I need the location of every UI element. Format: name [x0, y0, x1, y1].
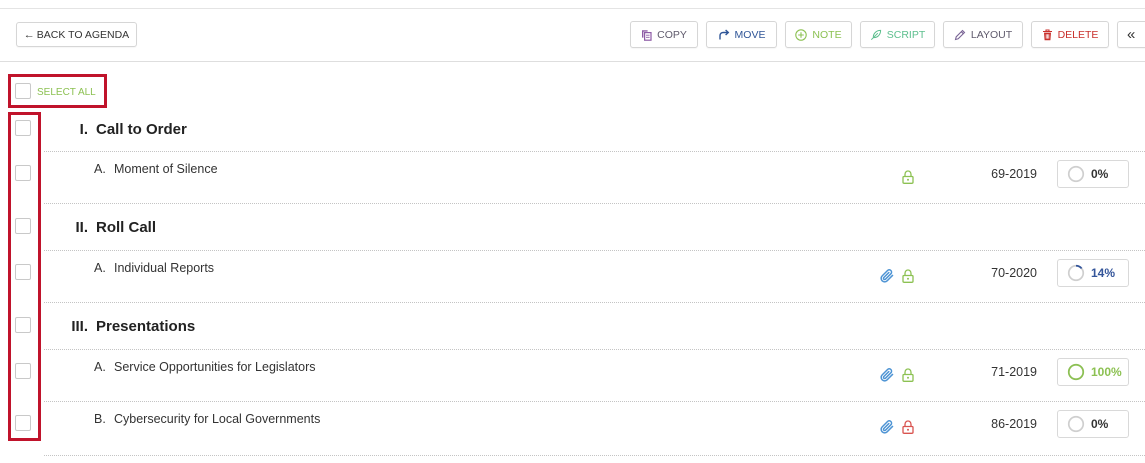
- progress-track: [1067, 165, 1085, 183]
- progress-ring: [1067, 264, 1085, 282]
- paperclip-icon[interactable]: [880, 368, 894, 382]
- layout-button-label: LAYOUT: [970, 28, 1013, 41]
- section-checkbox[interactable]: [15, 316, 31, 333]
- section-number: II.: [75, 218, 88, 236]
- item-title[interactable]: Individual Reports: [114, 260, 214, 276]
- item-checkbox[interactable]: [15, 165, 31, 181]
- progress-button[interactable]: 0%: [1057, 410, 1129, 438]
- item-letter: A.: [94, 360, 106, 374]
- back-to-agenda-button[interactable]: ← BACK TO AGENDA: [16, 22, 137, 47]
- collapse-panel-button[interactable]: «: [1117, 21, 1145, 48]
- layout-button[interactable]: LAYOUT: [943, 21, 1023, 48]
- progress-arc: [1067, 363, 1085, 381]
- delete-button-label: DELETE: [1057, 28, 1099, 41]
- item-number: 86-2019: [991, 417, 1037, 431]
- select-all-checkbox[interactable]: [15, 83, 31, 99]
- back-arrow-icon: ←: [23, 28, 35, 41]
- item-checkbox[interactable]: [15, 415, 31, 431]
- agenda-section-row: I. Call to Order: [0, 108, 1145, 152]
- section-checkbox[interactable]: [15, 217, 31, 234]
- section-title[interactable]: Presentations: [96, 317, 195, 337]
- progress-ring: [1067, 165, 1085, 183]
- progress-percent: 100%: [1091, 365, 1122, 379]
- agenda-item-row: B. Cybersecurity for Local Governments 8…: [0, 402, 1145, 456]
- agenda-item-row: A. Service Opportunities for Legislators…: [0, 350, 1145, 402]
- agenda-section-row: III. Presentations: [0, 303, 1145, 350]
- item-letter: A.: [94, 162, 106, 176]
- add-note-button[interactable]: NOTE: [785, 21, 852, 48]
- section-title[interactable]: Call to Order: [96, 120, 187, 140]
- copy-icon: [642, 29, 652, 41]
- pencil-icon: [954, 29, 966, 40]
- progress-percent: 0%: [1091, 417, 1109, 431]
- progress-ring: [1067, 363, 1085, 381]
- agenda-item-row: A. Moment of Silence 69-2019 0%: [0, 152, 1145, 204]
- item-number: 71-2019: [991, 365, 1037, 379]
- item-letter: B.: [94, 412, 106, 426]
- item-title[interactable]: Moment of Silence: [114, 161, 218, 177]
- item-number: 70-2020: [991, 266, 1037, 280]
- script-button-label: SCRIPT: [886, 28, 926, 41]
- agenda-list: I. Call to Order A. Moment of Silence 69…: [0, 108, 1145, 456]
- item-checkbox[interactable]: [15, 264, 31, 280]
- back-button-label: BACK TO AGENDA: [36, 28, 130, 41]
- add-note-icon: [795, 28, 808, 41]
- progress-button[interactable]: 0%: [1057, 160, 1129, 188]
- script-button[interactable]: SCRIPT: [860, 21, 935, 48]
- section-number: III.: [71, 317, 88, 335]
- lock-icon[interactable]: [902, 368, 914, 382]
- copy-button-label: COPY: [657, 28, 687, 41]
- progress-percent: 0%: [1091, 167, 1109, 181]
- move-arrow-icon: [718, 29, 729, 40]
- section-title[interactable]: Roll Call: [96, 218, 156, 238]
- section-number: I.: [79, 121, 88, 138]
- move-button[interactable]: MOVE: [706, 21, 777, 48]
- paperclip-icon[interactable]: [880, 269, 894, 283]
- item-checkbox[interactable]: [15, 363, 31, 379]
- agenda-toolbar: ← BACK TO AGENDA COPY MOVE NOTE SCRIPT L…: [0, 8, 1145, 62]
- double-chevron-left-icon: «: [1127, 26, 1136, 43]
- progress-percent: 14%: [1091, 266, 1116, 280]
- item-title[interactable]: Cybersecurity for Local Governments: [114, 411, 320, 427]
- select-all-label[interactable]: SELECT ALL: [37, 86, 96, 100]
- progress-button[interactable]: 14%: [1057, 259, 1129, 287]
- lock-icon[interactable]: [902, 170, 914, 184]
- progress-ring: [1067, 415, 1085, 433]
- note-button-label: NOTE: [812, 28, 842, 41]
- progress-button[interactable]: 100%: [1057, 358, 1129, 386]
- item-number: 69-2019: [991, 167, 1037, 181]
- lock-icon[interactable]: [902, 269, 914, 283]
- item-letter: A.: [94, 261, 106, 275]
- item-title[interactable]: Service Opportunities for Legislators: [114, 359, 315, 375]
- script-feather-icon: [870, 29, 881, 40]
- lock-icon[interactable]: [902, 420, 914, 434]
- move-button-label: MOVE: [734, 28, 766, 41]
- progress-track: [1067, 415, 1085, 433]
- trash-icon: [1042, 28, 1052, 40]
- copy-button[interactable]: COPY: [630, 21, 698, 48]
- paperclip-icon[interactable]: [880, 420, 894, 434]
- section-checkbox[interactable]: [15, 120, 31, 136]
- agenda-item-row: A. Individual Reports 70-2020 14%: [0, 251, 1145, 303]
- agenda-section-row: II. Roll Call: [0, 204, 1145, 251]
- delete-button[interactable]: DELETE: [1031, 21, 1109, 48]
